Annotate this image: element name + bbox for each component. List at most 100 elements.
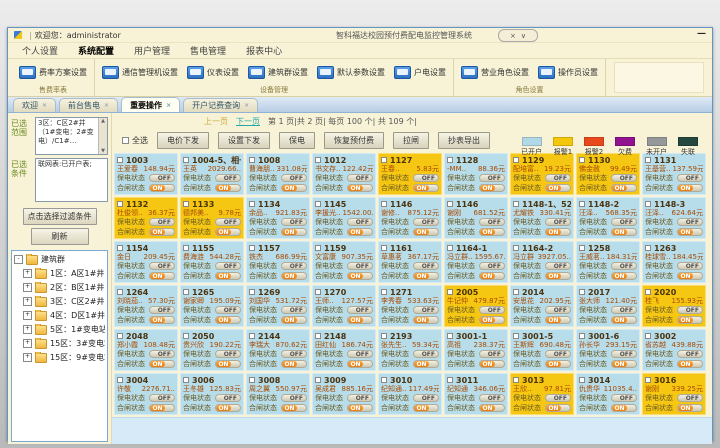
card-checkbox[interactable] xyxy=(645,377,651,383)
switch-toggle[interactable]: ON xyxy=(611,184,637,192)
keep-power-toggle[interactable]: OFF xyxy=(215,394,241,402)
close-icon[interactable]: × xyxy=(42,102,47,109)
ribbon-button[interactable]: 营业角色设置 xyxy=(461,66,529,79)
keep-power-toggle[interactable]: OFF xyxy=(281,394,307,402)
switch-toggle[interactable]: ON xyxy=(479,360,505,368)
switch-toggle[interactable]: ON xyxy=(215,316,241,324)
switch-toggle[interactable]: ON xyxy=(347,228,373,236)
close-icon[interactable]: × xyxy=(104,102,109,109)
tree-item[interactable]: +4区：D区1#井（D区1井 xyxy=(14,310,105,321)
card-checkbox[interactable] xyxy=(249,201,255,207)
keep-power-toggle[interactable]: OFF xyxy=(347,350,373,358)
card-checkbox[interactable] xyxy=(513,245,519,251)
keep-power-toggle[interactable]: OFF xyxy=(611,174,637,182)
menu-tab[interactable]: 个人设置 xyxy=(22,44,58,57)
toolbar-button[interactable]: 恢复预付费 xyxy=(324,132,384,149)
keep-power-toggle[interactable]: OFF xyxy=(149,394,175,402)
keep-power-toggle[interactable]: OFF xyxy=(677,262,703,270)
card-checkbox[interactable] xyxy=(645,333,651,339)
card-checkbox[interactable] xyxy=(183,377,189,383)
card-checkbox[interactable] xyxy=(381,333,387,339)
ribbon-collapse-control[interactable]: × ∨ xyxy=(498,29,538,42)
switch-toggle[interactable]: ON xyxy=(281,404,307,412)
doc-tab[interactable]: 欢迎× xyxy=(13,98,56,112)
switch-toggle[interactable]: ON xyxy=(347,404,373,412)
switch-toggle[interactable]: ON xyxy=(281,360,307,368)
switch-toggle[interactable]: ON xyxy=(545,272,571,280)
card-checkbox[interactable] xyxy=(579,201,585,207)
toolbar-button[interactable]: 保电 xyxy=(279,132,315,149)
keep-power-toggle[interactable]: OFF xyxy=(545,262,571,270)
card-checkbox[interactable] xyxy=(183,289,189,295)
card-checkbox[interactable] xyxy=(315,157,321,163)
switch-toggle[interactable]: ON xyxy=(611,404,637,412)
card-checkbox[interactable] xyxy=(447,377,453,383)
keep-power-toggle[interactable]: OFF xyxy=(149,174,175,182)
switch-toggle[interactable]: ON xyxy=(479,404,505,412)
card-checkbox[interactable] xyxy=(447,245,453,251)
tree-item[interactable]: +1区：A区1#井 xyxy=(14,268,105,279)
switch-toggle[interactable]: ON xyxy=(479,228,505,236)
card-checkbox[interactable] xyxy=(117,377,123,383)
switch-toggle[interactable]: ON xyxy=(149,184,175,192)
keep-power-toggle[interactable]: OFF xyxy=(413,306,439,314)
keep-power-toggle[interactable]: OFF xyxy=(347,218,373,226)
keep-power-toggle[interactable]: OFF xyxy=(149,262,175,270)
switch-toggle[interactable]: ON xyxy=(545,184,571,192)
tree-item[interactable]: +15区：3#变电站 xyxy=(14,338,105,349)
card-checkbox[interactable] xyxy=(381,245,387,251)
tree-item[interactable]: +15区：9#变电站 xyxy=(14,352,105,363)
keep-power-toggle[interactable]: OFF xyxy=(281,218,307,226)
card-checkbox[interactable] xyxy=(645,289,651,295)
tree-item[interactable]: +2区：B区1#井(B区1#井 xyxy=(14,282,105,293)
keep-power-toggle[interactable]: OFF xyxy=(677,174,703,182)
switch-toggle[interactable]: ON xyxy=(413,360,439,368)
switch-toggle[interactable]: ON xyxy=(413,272,439,280)
doc-tab[interactable]: 开户记费查询× xyxy=(183,98,258,112)
card-checkbox[interactable] xyxy=(183,201,189,207)
keep-power-toggle[interactable]: OFF xyxy=(347,262,373,270)
ribbon-button[interactable]: 费率方案设置 xyxy=(19,66,87,79)
switch-toggle[interactable]: ON xyxy=(677,228,703,236)
card-checkbox[interactable] xyxy=(249,377,255,383)
keep-power-toggle[interactable]: OFF xyxy=(479,306,505,314)
switch-toggle[interactable]: ON xyxy=(545,404,571,412)
keep-power-toggle[interactable]: OFF xyxy=(215,218,241,226)
card-checkbox[interactable] xyxy=(117,157,123,163)
card-checkbox[interactable] xyxy=(381,157,387,163)
switch-toggle[interactable]: ON xyxy=(677,184,703,192)
card-checkbox[interactable] xyxy=(645,201,651,207)
menu-tab[interactable]: 售电管理 xyxy=(190,44,226,57)
switch-toggle[interactable]: ON xyxy=(149,360,175,368)
expand-icon[interactable]: + xyxy=(23,283,32,292)
select-all-checkbox[interactable] xyxy=(122,137,129,144)
switch-toggle[interactable]: ON xyxy=(347,316,373,324)
tree-root-item[interactable]: -建筑群 xyxy=(14,254,105,265)
keep-power-toggle[interactable]: OFF xyxy=(281,262,307,270)
card-checkbox[interactable] xyxy=(381,377,387,383)
keep-power-toggle[interactable]: OFF xyxy=(677,218,703,226)
keep-power-toggle[interactable]: OFF xyxy=(347,394,373,402)
card-checkbox[interactable] xyxy=(579,377,585,383)
switch-toggle[interactable]: ON xyxy=(149,272,175,280)
card-checkbox[interactable] xyxy=(315,377,321,383)
keep-power-toggle[interactable]: OFF xyxy=(611,306,637,314)
keep-power-toggle[interactable]: OFF xyxy=(479,218,505,226)
card-checkbox[interactable] xyxy=(249,245,255,251)
switch-toggle[interactable]: ON xyxy=(347,272,373,280)
switch-toggle[interactable]: ON xyxy=(149,404,175,412)
card-checkbox[interactable] xyxy=(447,333,453,339)
ribbon-button[interactable]: 户电设置 xyxy=(394,66,446,79)
keep-power-toggle[interactable]: OFF xyxy=(215,306,241,314)
switch-toggle[interactable]: ON xyxy=(677,404,703,412)
keep-power-toggle[interactable]: OFF xyxy=(149,306,175,314)
scroll-up-icon[interactable]: ▲ xyxy=(101,118,105,124)
card-checkbox[interactable] xyxy=(183,245,189,251)
switch-toggle[interactable]: ON xyxy=(347,184,373,192)
card-checkbox[interactable] xyxy=(183,157,189,163)
keep-power-toggle[interactable]: OFF xyxy=(545,394,571,402)
card-checkbox[interactable] xyxy=(447,289,453,295)
keep-power-toggle[interactable]: OFF xyxy=(545,218,571,226)
card-checkbox[interactable] xyxy=(513,201,519,207)
switch-toggle[interactable]: ON xyxy=(215,184,241,192)
